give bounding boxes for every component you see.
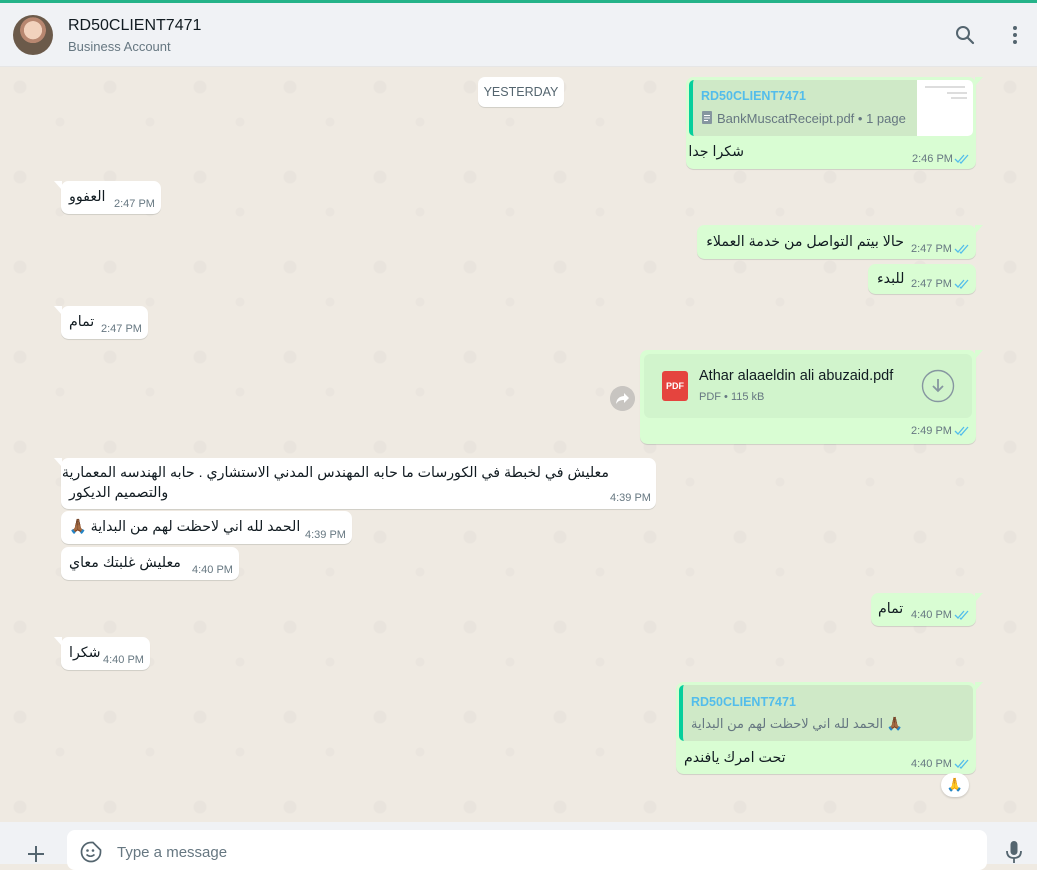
document-name: Athar alaaeldin ali abuzaid.pdf	[699, 368, 894, 384]
contact-subtitle: Business Account	[68, 39, 171, 54]
message-input-container[interactable]	[67, 830, 987, 870]
message-bubble-incoming[interactable]: العفوو 2:47 PM	[54, 181, 161, 214]
message-text: العفوو	[69, 189, 106, 205]
sticker-icon[interactable]	[80, 841, 102, 863]
read-ticks-icon	[954, 759, 969, 769]
search-icon[interactable]	[953, 23, 977, 47]
message-bubble-incoming[interactable]: شكرا 4:40 PM	[54, 637, 150, 670]
quoted-message[interactable]: RD50CLIENT7471 الحمد لله اني لاحظت لهم م…	[679, 685, 973, 741]
message-time: 4:40 PM	[911, 758, 952, 770]
message-text: شكرا	[69, 645, 101, 661]
reaction-badge[interactable]: 🙏	[941, 773, 969, 797]
message-time: 4:40 PM	[103, 654, 144, 666]
message-text: تحت امرك يافندم	[684, 750, 786, 766]
kebab-menu-icon[interactable]	[1003, 23, 1027, 47]
message-bubble-incoming[interactable]: معليش في لخبطة في الكورسات ما حابه المهن…	[54, 458, 656, 509]
message-time: 2:47 PM	[101, 323, 142, 335]
forward-icon[interactable]	[610, 386, 635, 411]
message-bubble-outgoing[interactable]: PDF Athar alaaeldin ali abuzaid.pdf PDF …	[640, 350, 983, 444]
message-text: معليش غلبتك معاي	[69, 555, 181, 571]
document-icon	[702, 111, 712, 124]
message-list[interactable]: YESTERDAY RD50CLIENT7471 BankMuscatRecei…	[0, 67, 1037, 822]
message-time: 2:47 PM	[911, 243, 952, 255]
message-time: 2:47 PM	[114, 198, 155, 210]
message-text: شكرا جدا	[688, 144, 744, 160]
message-time: 2:46 PM	[912, 153, 953, 165]
download-icon[interactable]	[921, 369, 955, 403]
message-time: 2:49 PM	[911, 425, 952, 437]
microphone-icon[interactable]	[1005, 840, 1023, 864]
message-bubble-outgoing[interactable]: حالا بيتم التواصل من خدمة العملاء 2:47 P…	[697, 225, 983, 259]
pdf-file-icon: PDF	[662, 371, 688, 401]
message-time: 2:47 PM	[911, 278, 952, 290]
message-bubble-incoming[interactable]: الحمد لله اني لاحظت لهم من البداية 🙏🏾 4:…	[61, 511, 352, 544]
message-bubble-incoming[interactable]: تمام 2:47 PM	[54, 306, 148, 339]
message-text: حالا بيتم التواصل من خدمة العملاء	[706, 234, 904, 250]
read-ticks-icon	[954, 279, 969, 289]
quote-sender: RD50CLIENT7471	[691, 695, 796, 709]
read-ticks-icon	[954, 426, 969, 436]
read-ticks-icon	[954, 244, 969, 254]
message-time: 4:40 PM	[911, 609, 952, 621]
document-meta: PDF • 115 kB	[699, 391, 765, 403]
message-input[interactable]	[115, 840, 969, 864]
message-text-line-2: والتصميم الديكور	[69, 485, 169, 501]
message-time: 4:39 PM	[305, 529, 346, 541]
message-time: 4:40 PM	[192, 564, 233, 576]
quote-thumbnail	[917, 80, 973, 136]
quote-text: الحمد لله اني لاحظت لهم من البداية 🙏🏾	[691, 716, 903, 731]
document-card[interactable]: PDF Athar alaaeldin ali abuzaid.pdf PDF …	[644, 354, 972, 418]
date-separator: YESTERDAY	[478, 77, 564, 107]
message-text: تمام	[69, 314, 95, 330]
message-bubble-outgoing[interactable]: تمام 4:40 PM	[871, 593, 983, 626]
quote-doc-name: BankMuscatReceipt.pdf • 1 page	[717, 111, 906, 126]
quote-sender: RD50CLIENT7471	[701, 89, 806, 103]
message-bubble-outgoing[interactable]: RD50CLIENT7471 BankMuscatReceipt.pdf • 1…	[686, 77, 983, 169]
message-bubble-incoming[interactable]: معليش غلبتك معاي 4:40 PM	[61, 547, 239, 580]
message-text: الحمد لله اني لاحظت لهم من البداية 🙏🏾	[69, 519, 301, 535]
contact-name[interactable]: RD50CLIENT7471	[68, 17, 201, 35]
chat-header: RD50CLIENT7471 Business Account	[0, 3, 1037, 67]
plus-icon[interactable]	[26, 844, 46, 864]
avatar[interactable]	[13, 15, 53, 55]
message-text-line-1: معليش في لخبطة في الكورسات ما حابه المهن…	[61, 465, 609, 481]
message-text: تمام	[878, 601, 904, 617]
message-bubble-outgoing[interactable]: RD50CLIENT7471 الحمد لله اني لاحظت لهم م…	[676, 682, 983, 774]
read-ticks-icon	[954, 154, 969, 164]
message-bubble-outgoing[interactable]: للبدء 2:47 PM	[868, 264, 976, 294]
message-time: 4:39 PM	[610, 492, 651, 504]
quoted-message[interactable]: RD50CLIENT7471 BankMuscatReceipt.pdf • 1…	[689, 80, 973, 136]
composer-bar	[0, 822, 1037, 870]
message-text: للبدء	[877, 271, 905, 287]
read-ticks-icon	[954, 610, 969, 620]
